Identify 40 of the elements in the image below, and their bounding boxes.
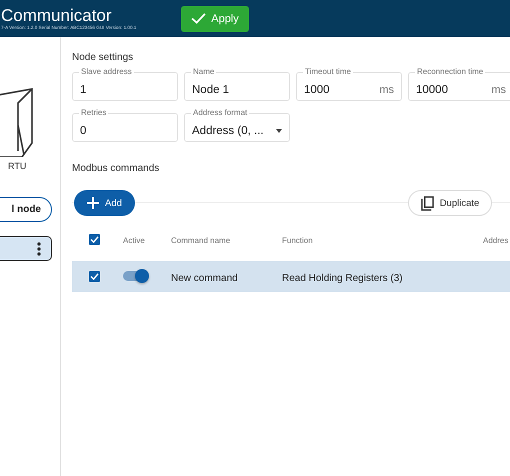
- checkmark-icon: [191, 13, 206, 24]
- table-cell: New command: [171, 272, 238, 284]
- checkbox[interactable]: [89, 271, 100, 282]
- field-value: Address (0, ...: [192, 125, 264, 137]
- field-value: 1000: [304, 84, 330, 96]
- checkmark-icon: [90, 273, 99, 280]
- add-button[interactable]: Add: [74, 190, 135, 216]
- app-title: Communicator: [1, 6, 113, 25]
- field-label: Address format: [191, 108, 250, 117]
- field-label: Timeout time: [303, 67, 353, 76]
- unit-label: ms: [379, 84, 394, 96]
- field-label: Slave address: [79, 67, 134, 76]
- field-label: Name: [191, 67, 216, 76]
- column-header: Function: [282, 236, 313, 245]
- field-value: 10000: [416, 84, 448, 96]
- node-item[interactable]: [0, 236, 52, 261]
- section-title: Node settings: [72, 52, 134, 63]
- duplicate-button[interactable]: Duplicate: [408, 190, 492, 216]
- field-value: Node 1: [192, 84, 230, 96]
- column-header: Command name: [171, 236, 230, 245]
- add-node-button[interactable]: l node: [0, 197, 52, 222]
- more-icon[interactable]: [37, 242, 41, 256]
- field-value: 0: [80, 125, 86, 137]
- field-value: 1: [80, 84, 86, 96]
- device-label: RTU: [8, 161, 26, 171]
- field-label: Reconnection time: [415, 67, 486, 76]
- column-header: Addres: [483, 236, 508, 245]
- table-row[interactable]: New command Read Holding Registers (3): [72, 261, 510, 292]
- checkmark-icon: [90, 236, 99, 242]
- checkbox[interactable]: [89, 234, 100, 244]
- plus-icon: [87, 197, 100, 209]
- section-title: Modbus commands: [72, 163, 160, 174]
- field-label: Retries: [79, 108, 108, 117]
- unit-label: ms: [491, 84, 506, 96]
- copy-icon: [420, 196, 434, 210]
- table-cell: Read Holding Registers (3): [282, 272, 403, 284]
- toggle-switch[interactable]: [123, 271, 148, 282]
- column-header: Active: [123, 236, 145, 245]
- caret-icon: [276, 129, 282, 133]
- device-drawing: [0, 85, 34, 157]
